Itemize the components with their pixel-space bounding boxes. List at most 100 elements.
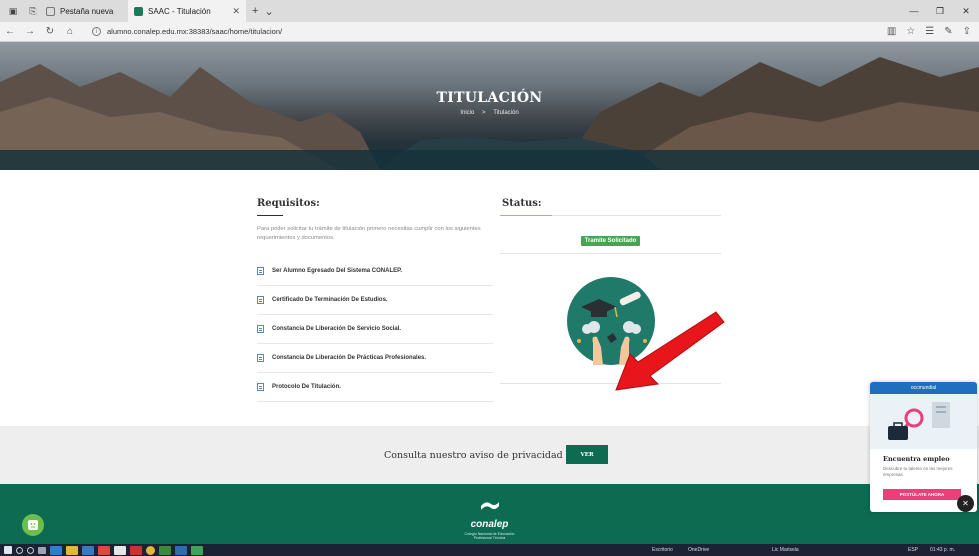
refresh-icon[interactable]: ↻ xyxy=(40,26,60,37)
ad-description: Descubre tu talento en las mejores empre… xyxy=(883,466,953,477)
store-icon[interactable] xyxy=(82,545,94,555)
list-item: Constancia De Liberación De Servicio Soc… xyxy=(257,315,493,344)
footer-subtitle-line2: Profesional Técnica xyxy=(473,536,506,540)
status-badge-wrap: Tramite Solicitado xyxy=(500,229,721,247)
ad-title: Encuentra empleo xyxy=(883,455,950,463)
app-icon-4[interactable] xyxy=(159,545,171,555)
list-item: Constancia De Liberación De Prácticas Pr… xyxy=(257,344,493,373)
windows-taskbar: Escritorio OneDrive Lic Marisela ESP 01:… xyxy=(0,544,979,556)
privacy-band: Consulta nuestro aviso de privacidad VER xyxy=(0,426,979,484)
new-tab-button[interactable]: + xyxy=(252,5,258,17)
toolbar-actions: ▥ ☆ ☰ ✎ ⇪ xyxy=(887,26,971,37)
cortana-icon[interactable] xyxy=(27,546,34,554)
app-icon-1[interactable] xyxy=(98,545,110,555)
footer-brand: conalep xyxy=(470,519,509,530)
task-view-icon[interactable] xyxy=(38,546,46,554)
requisito-label: Protocolo De Titulación. xyxy=(272,384,341,390)
favorite-star-icon[interactable]: ☆ xyxy=(906,26,915,37)
ad-header: occmundial xyxy=(870,382,977,394)
close-tab-icon[interactable]: ✕ xyxy=(232,6,240,17)
document-icon xyxy=(257,267,264,275)
app-icon-3[interactable] xyxy=(130,545,142,555)
maximize-icon[interactable]: ❐ xyxy=(927,6,953,17)
address-bar: ← → ↻ ⌂ i alumno.conalep.edu.mx:38383/sa… xyxy=(0,22,979,42)
requisitos-intro: Para poder solicitar tu trámite de titul… xyxy=(257,226,481,241)
job-ad-widget[interactable]: occmundial Encuentra empleo Descubre tu … xyxy=(870,382,977,512)
title-underline xyxy=(257,215,283,216)
status-divider-2 xyxy=(500,253,721,254)
back-icon[interactable]: ← xyxy=(0,26,20,37)
red-arrow-annotation xyxy=(615,311,725,391)
share-icon[interactable]: ⇪ xyxy=(963,26,971,37)
mountain-landscape-image xyxy=(0,42,979,170)
requisitos-title: Requisitos: xyxy=(257,198,320,209)
breadcrumb: Inicio > Titulación xyxy=(0,110,979,116)
page-title: TITULACIÓN xyxy=(436,90,543,106)
reading-view-icon[interactable]: ▥ xyxy=(887,26,896,37)
app-icon-5[interactable] xyxy=(175,545,187,555)
requisito-label: Ser Alumno Egresado Del Sistema CONALEP. xyxy=(272,268,403,274)
breadcrumb-current: Titulación xyxy=(493,110,519,116)
requisito-label: Certificado De Terminación De Estudios. xyxy=(272,297,388,303)
ad-illustration xyxy=(870,394,977,449)
document-icon xyxy=(257,383,264,391)
ad-close-icon[interactable]: ✕ xyxy=(957,495,974,512)
privacy-view-button[interactable]: VER xyxy=(566,445,608,464)
list-item: Ser Alumno Egresado Del Sistema CONALEP. xyxy=(257,257,493,286)
forward-icon[interactable]: → xyxy=(20,26,40,37)
screen: ▣ ⎘ Pestaña nueva SAAC - Titulación ✕ + … xyxy=(0,0,979,556)
tab-saac[interactable]: SAAC - Titulación ✕ xyxy=(128,0,246,22)
status-divider xyxy=(500,215,721,216)
minimize-icon[interactable]: — xyxy=(901,6,927,16)
requisitos-list: Ser Alumno Egresado Del Sistema CONALEP.… xyxy=(257,257,493,402)
privacy-text: Consulta nuestro aviso de privacidad xyxy=(384,450,563,461)
edge-icon[interactable] xyxy=(50,545,62,555)
taskbar-lang[interactable]: ESP xyxy=(908,547,918,553)
favorites-list-icon[interactable]: ☰ xyxy=(925,26,934,37)
tab-new[interactable]: Pestaña nueva xyxy=(40,0,128,22)
tab-restore-icon[interactable]: ⎘ xyxy=(26,4,40,18)
requisito-label: Constancia De Liberación De Prácticas Pr… xyxy=(272,355,427,361)
tab-list-chevron-icon[interactable]: ⌄ xyxy=(264,5,273,18)
requisitos-section: Requisitos: Para poder solicitar tu trám… xyxy=(257,198,493,402)
url-field[interactable]: i alumno.conalep.edu.mx:38383/saac/home/… xyxy=(92,24,847,40)
taskbar-onedrive[interactable]: OneDrive xyxy=(688,547,709,553)
document-icon xyxy=(257,296,264,304)
taskbar-user[interactable]: Lic Marisela xyxy=(772,547,799,553)
app-icon-6[interactable] xyxy=(191,545,203,555)
footer-subtitle: Colegio Nacional de Educación Profesiona… xyxy=(0,532,979,540)
search-icon[interactable] xyxy=(16,546,23,554)
status-section: Status: Tramite Solicitado xyxy=(500,198,721,384)
app-icon-2[interactable] xyxy=(114,545,126,555)
site-info-icon[interactable]: i xyxy=(92,27,101,36)
document-icon xyxy=(257,325,264,333)
file-explorer-icon[interactable] xyxy=(66,545,78,555)
windows-start-icon[interactable] xyxy=(4,546,12,554)
conalep-logo-icon xyxy=(481,502,499,510)
pen-icon[interactable]: ✎ xyxy=(944,26,952,37)
window-close-icon[interactable]: ✕ xyxy=(953,6,979,17)
breadcrumb-separator: > xyxy=(482,110,486,116)
url-text: alumno.conalep.edu.mx:38383/saac/home/ti… xyxy=(107,27,283,36)
chrome-icon[interactable] xyxy=(146,545,155,555)
new-tab-icon xyxy=(46,6,55,16)
tab-actions-icon[interactable]: ▣ xyxy=(6,4,20,18)
job-search-icon xyxy=(888,402,950,440)
ad-apply-button[interactable]: POSTÚLATE AHORA xyxy=(883,489,961,500)
taskbar-escritorio[interactable]: Escritorio xyxy=(652,547,673,553)
ad-brand: occmundial xyxy=(910,385,937,391)
taskbar-clock[interactable]: 01:43 p. m. xyxy=(930,547,955,553)
hero-banner: TITULACIÓN Inicio > Titulación xyxy=(0,42,979,170)
breadcrumb-home-link[interactable]: Inicio xyxy=(460,110,474,116)
status-badge: Tramite Solicitado xyxy=(580,236,641,246)
list-item: Certificado De Terminación De Estudios. xyxy=(257,286,493,315)
tab-label: Pestaña nueva xyxy=(60,6,114,16)
requisito-label: Constancia De Liberación De Servicio Soc… xyxy=(272,326,402,332)
browser-tab-bar: ▣ ⎘ Pestaña nueva SAAC - Titulación ✕ + … xyxy=(0,0,979,22)
site-favicon-icon xyxy=(134,6,143,16)
home-icon[interactable]: ⌂ xyxy=(60,26,80,37)
main-content: Requisitos: Para poder solicitar tu trám… xyxy=(0,170,979,426)
list-item: Protocolo De Titulación. xyxy=(257,373,493,402)
document-icon xyxy=(257,354,264,362)
window-controls: — ❐ ✕ xyxy=(901,0,979,22)
